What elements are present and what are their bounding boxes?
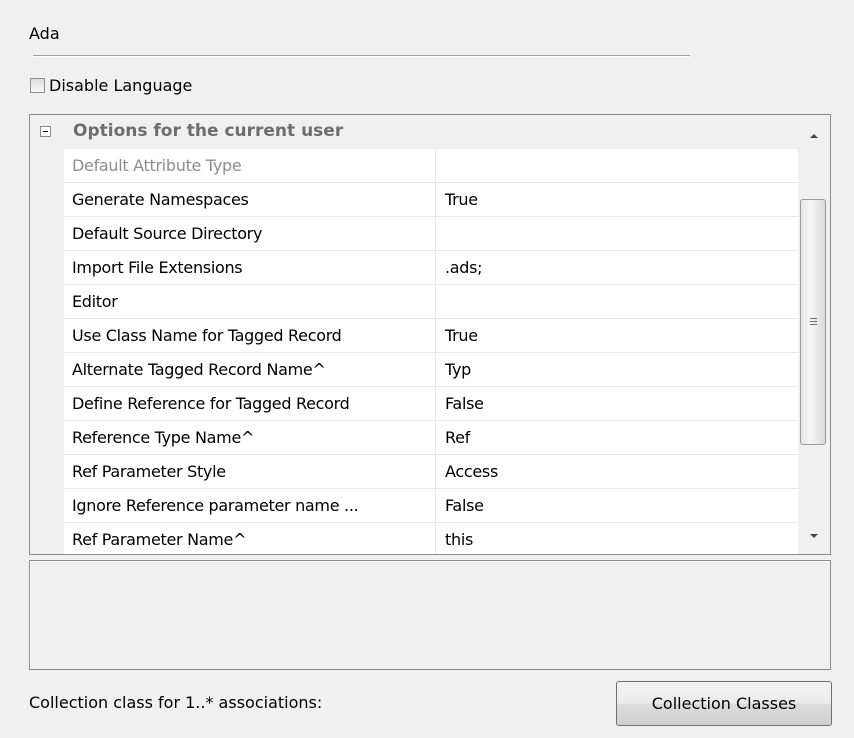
property-value[interactable]: .ads; <box>436 251 800 285</box>
vertical-scrollbar[interactable] <box>798 115 830 554</box>
category-header[interactable]: Options for the current user <box>30 115 800 149</box>
property-value[interactable]: True <box>436 183 800 217</box>
property-value[interactable] <box>436 217 800 251</box>
property-row[interactable]: Reference Type Name^ Ref <box>64 421 800 455</box>
property-value[interactable] <box>436 149 800 183</box>
scroll-up-arrow-icon[interactable] <box>810 134 818 138</box>
disable-language-label[interactable]: Disable Language <box>49 76 192 95</box>
collapse-icon[interactable] <box>40 126 51 137</box>
property-name: Alternate Tagged Record Name^ <box>64 353 436 387</box>
scrollbar-thumb[interactable] <box>800 199 826 445</box>
property-row[interactable]: Default Attribute Type <box>64 149 800 183</box>
property-row[interactable]: Ref Parameter Name^ this <box>64 523 800 554</box>
grip-icon <box>810 318 817 327</box>
property-name: Ref Parameter Style <box>64 455 436 489</box>
property-name: Ref Parameter Name^ <box>64 523 436 554</box>
property-row[interactable]: Default Source Directory <box>64 217 800 251</box>
category-label: Options for the current user <box>73 121 344 141</box>
property-name: Editor <box>64 285 436 319</box>
property-name: Default Attribute Type <box>64 149 436 183</box>
property-value[interactable]: False <box>436 489 800 523</box>
property-row[interactable]: Alternate Tagged Record Name^ Typ <box>64 353 800 387</box>
property-row[interactable]: Define Reference for Tagged Record False <box>64 387 800 421</box>
property-row[interactable]: Ref Parameter Style Access <box>64 455 800 489</box>
property-value[interactable]: True <box>436 319 800 353</box>
property-row[interactable]: Ignore Reference parameter name ... Fals… <box>64 489 800 523</box>
property-value[interactable]: Access <box>436 455 800 489</box>
property-value[interactable]: Typ <box>436 353 800 387</box>
property-name: Import File Extensions <box>64 251 436 285</box>
property-row[interactable]: Import File Extensions .ads; <box>64 251 800 285</box>
property-value[interactable]: Ref <box>436 421 800 455</box>
disable-language-option[interactable]: Disable Language <box>30 76 192 95</box>
property-row[interactable]: Use Class Name for Tagged Record True <box>64 319 800 353</box>
scroll-down-arrow-icon[interactable] <box>810 534 818 538</box>
property-name: Default Source Directory <box>64 217 436 251</box>
property-row[interactable]: Editor <box>64 285 800 319</box>
property-row[interactable]: Generate Namespaces True <box>64 183 800 217</box>
property-rows: Default Attribute Type Generate Namespac… <box>64 149 800 554</box>
property-name: Reference Type Name^ <box>64 421 436 455</box>
property-name: Define Reference for Tagged Record <box>64 387 436 421</box>
property-value[interactable]: False <box>436 387 800 421</box>
property-name: Ignore Reference parameter name ... <box>64 489 436 523</box>
disable-language-checkbox[interactable] <box>30 78 45 93</box>
property-name: Use Class Name for Tagged Record <box>64 319 436 353</box>
property-grid[interactable]: Options for the current user Default Att… <box>29 114 831 555</box>
section-title: Ada <box>29 24 60 43</box>
section-divider <box>33 55 690 56</box>
collection-class-label: Collection class for 1..* associations: <box>29 693 323 712</box>
collection-classes-button[interactable]: Collection Classes <box>616 681 832 726</box>
property-value[interactable]: this <box>436 523 800 554</box>
property-name: Generate Namespaces <box>64 183 436 217</box>
property-value[interactable] <box>436 285 800 319</box>
description-pane <box>29 560 831 670</box>
